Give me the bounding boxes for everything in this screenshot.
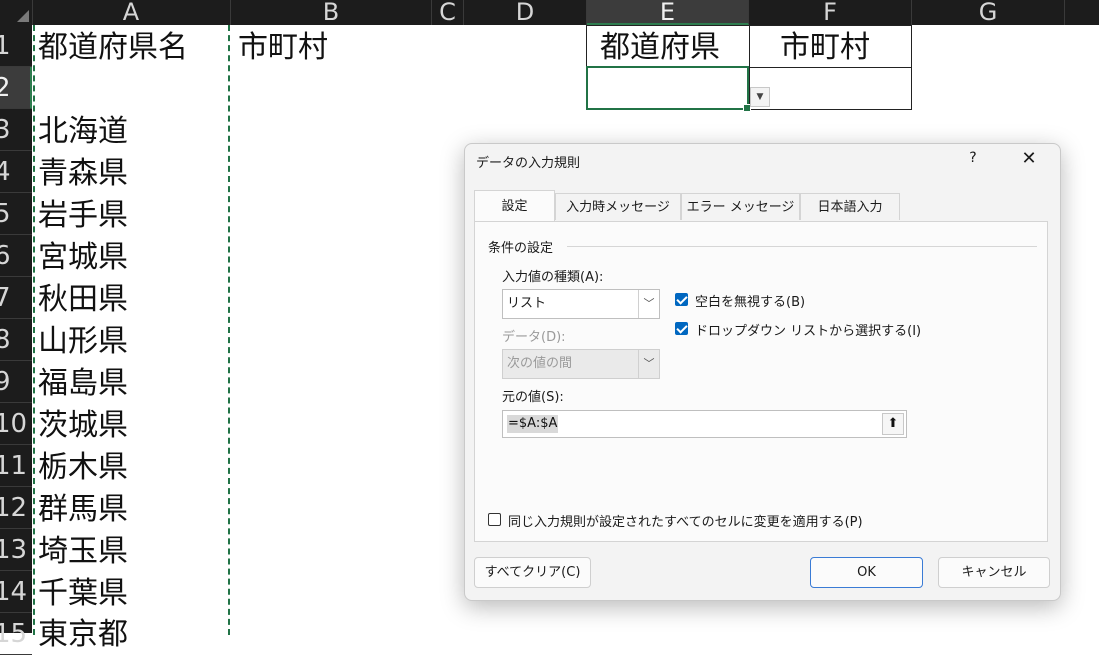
cell-e1[interactable]: 都道府県 (586, 25, 750, 68)
row-header[interactable]: 15 (0, 613, 32, 655)
ignore-blank-label[interactable]: 空白を無視する(B) (695, 291, 805, 310)
data-label: データ(D): (502, 330, 566, 345)
row-header[interactable]: 5 (0, 193, 32, 235)
chevron-down-icon: ﹀ (638, 290, 659, 318)
in-cell-dropdown-checkbox[interactable] (675, 322, 688, 335)
close-icon[interactable]: ✕ (1018, 148, 1040, 169)
ignore-blank-checkbox[interactable] (675, 293, 688, 306)
group-divider (567, 246, 1037, 247)
row-header[interactable]: 4 (0, 151, 32, 193)
copy-marquee-column-a (33, 25, 230, 635)
column-header-d[interactable]: D (464, 0, 587, 25)
tab-ime[interactable]: 日本語入力 (800, 193, 900, 220)
source-label: 元の値(S): (502, 390, 564, 405)
cell-e1-text: 都道府県 (600, 30, 720, 65)
tab-input-message[interactable]: 入力時メッセージ (555, 193, 681, 220)
allow-select-value: リスト (507, 296, 547, 311)
data-select: 次の値の間 ﹀ (502, 349, 660, 379)
source-value: =$A:$A (507, 415, 559, 433)
column-header-bar: A B C D E F G (0, 0, 1099, 25)
row-header[interactable]: 6 (0, 235, 32, 277)
row-header[interactable]: 8 (0, 319, 32, 361)
help-button[interactable]: ? (965, 150, 981, 166)
column-header-a[interactable]: A (32, 0, 231, 25)
column-header-g[interactable]: G (912, 0, 1065, 25)
data-select-value: 次の値の間 (507, 356, 573, 371)
tab-error-message[interactable]: エラー メッセージ (681, 193, 800, 220)
active-cell-e2[interactable] (586, 66, 751, 112)
row-header[interactable]: 9 (0, 361, 32, 403)
allow-label: 入力値の種類(A): (502, 270, 604, 285)
cell-f1-text: 市町村 (780, 30, 870, 65)
cancel-button[interactable]: キャンセル (938, 557, 1050, 588)
cell-b1[interactable]: 市町村 (238, 27, 328, 69)
clear-all-button[interactable]: すべてクリア(C) (474, 557, 591, 588)
column-header-b[interactable]: B (231, 0, 432, 25)
collapse-dialog-icon[interactable]: ⬆ (882, 413, 904, 435)
column-header-f[interactable]: F (749, 0, 912, 25)
select-all-corner[interactable] (0, 0, 33, 25)
in-cell-dropdown-label[interactable]: ドロップダウン リストから選択する(I) (695, 320, 921, 339)
ok-button[interactable]: OK (810, 557, 923, 588)
row-header[interactable]: 7 (0, 277, 32, 319)
allow-select[interactable]: リスト ﹀ (502, 289, 660, 319)
chevron-down-icon: ﹀ (638, 350, 659, 378)
row-header[interactable]: 11 (0, 445, 32, 487)
tab-settings[interactable]: 設定 (474, 190, 555, 221)
row-header[interactable]: 1 (0, 25, 32, 67)
row-header-selected[interactable]: 2 (0, 67, 32, 109)
data-validation-dialog: データの入力規則 ? ✕ 設定 入力時メッセージ エラー メッセージ 日本語入力… (464, 143, 1061, 601)
apply-all-checkbox[interactable] (488, 513, 501, 526)
row-header-bar: 1 2 3 4 5 6 7 8 9 10 11 12 13 14 15 (0, 25, 32, 655)
cell-f2[interactable] (749, 67, 912, 110)
column-header-c[interactable]: C (432, 0, 464, 25)
group-label: 条件の設定 (488, 241, 554, 256)
source-input[interactable]: =$A:$A ⬆ (502, 410, 907, 438)
settings-panel: 条件の設定 入力値の種類(A): リスト ﹀ 空白を無視する(B) ドロップダウ… (474, 221, 1048, 542)
row-header[interactable]: 12 (0, 487, 32, 529)
dialog-title: データの入力規則 (476, 156, 581, 171)
row-header[interactable]: 13 (0, 529, 32, 571)
column-header-e[interactable]: E (587, 0, 749, 25)
cell-f1[interactable]: 市町村 (749, 25, 912, 68)
row-header[interactable]: 3 (0, 109, 32, 151)
select-all-triangle-icon (17, 10, 29, 22)
row-header[interactable]: 10 (0, 403, 32, 445)
row-header[interactable]: 14 (0, 571, 32, 613)
apply-all-label[interactable]: 同じ入力規則が設定されたすべてのセルに変更を適用する(P) (508, 511, 863, 530)
cell-dropdown-button[interactable]: ▼ (750, 87, 770, 107)
